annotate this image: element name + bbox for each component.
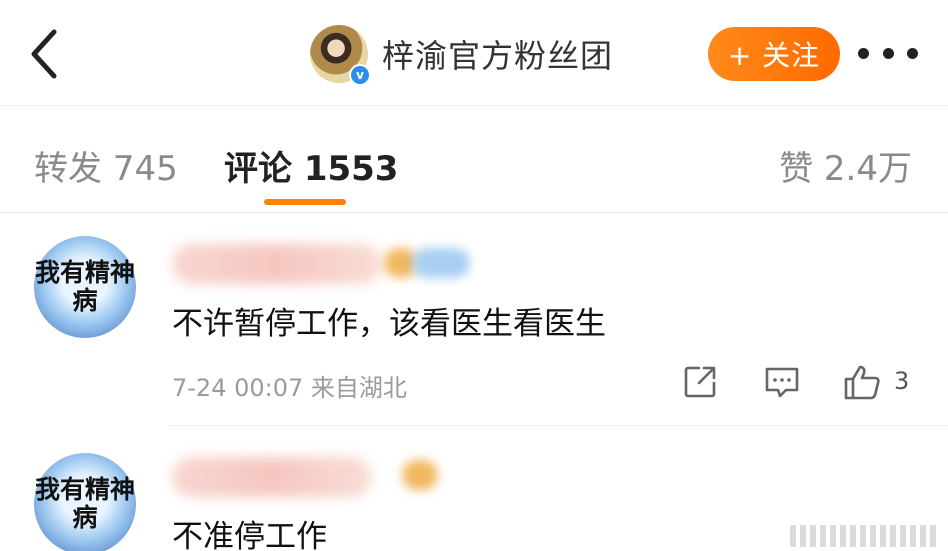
commenter-name-blurred[interactable] [172,457,372,497]
follow-button[interactable]: + 关注 [708,27,840,81]
comment-text: 不准停工作 [172,519,327,551]
watermark [790,525,940,547]
account-name[interactable]: 梓渝官方粉丝团 [382,31,613,77]
active-tab-indicator [264,199,346,205]
user-badge-icon [412,248,470,278]
like-button[interactable] [842,362,882,402]
commenter-avatar[interactable]: 我有精神病 [34,453,136,551]
back-arrow-icon [31,29,57,79]
comment-text: 不许暂停工作，该看医生看医生 [172,306,606,342]
top-bar: v 梓渝官方粉丝团 + 关注 [0,0,948,106]
verified-badge-icon: v [349,64,371,86]
user-badge-icon [402,460,438,490]
tab-comments[interactable]: 评论 1553 [224,141,398,190]
comment-divider [168,425,948,426]
commenter-name-blurred[interactable] [172,244,382,284]
share-icon [684,366,716,398]
avatar-text: 我有精神病 [35,258,136,315]
comment-item: 我有精神病 不许暂停工作，该看医生看医生 7-24 00:07 来自湖北 3 [0,214,948,426]
account-avatar[interactable]: v [310,25,371,86]
thumbs-up-icon [844,365,880,400]
tab-reposts[interactable]: 转发 745 [34,141,178,190]
avatar-text: 我有精神病 [35,475,136,532]
share-button[interactable] [680,362,720,402]
like-count: 3 [894,367,910,395]
more-button[interactable] [858,36,918,70]
more-dots-icon [882,47,894,59]
comment-meta: 7-24 00:07 来自湖北 [172,374,407,402]
tab-bar: 转发 745 评论 1553 赞 2.4万 [0,107,948,213]
reply-icon [765,367,799,398]
more-dots-icon [907,47,918,59]
back-button[interactable] [22,26,66,82]
commenter-avatar[interactable]: 我有精神病 [34,236,136,338]
reply-button[interactable] [762,362,802,402]
account-header[interactable]: v 梓渝官方粉丝团 [310,24,613,86]
tab-likes[interactable]: 赞 2.4万 [779,141,912,190]
more-dots-icon [858,47,869,59]
